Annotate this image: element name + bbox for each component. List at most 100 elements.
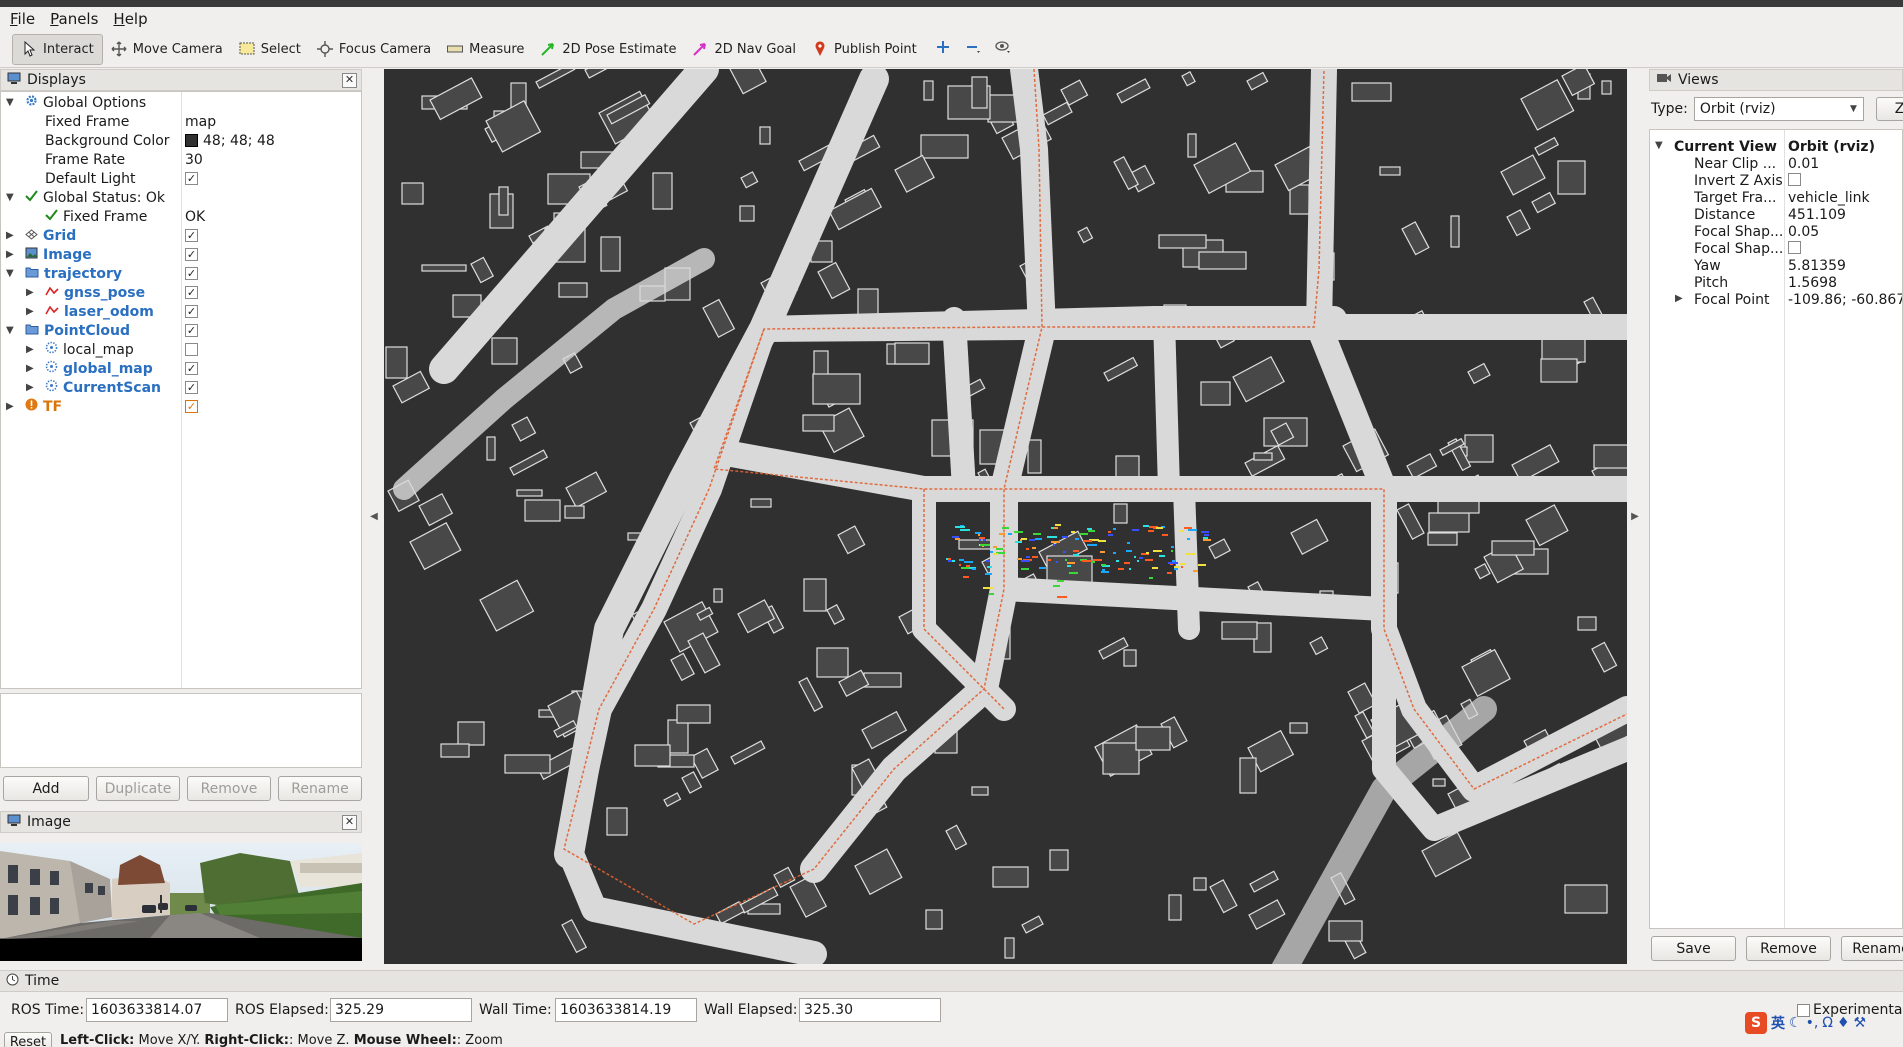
save-view-button[interactable]: Save (1651, 936, 1736, 961)
omega-icon[interactable]: Ω (1822, 1015, 1833, 1031)
expand-arrow-icon[interactable]: ▼ (6, 192, 16, 203)
wall-elapsed-field[interactable]: 325.30 (799, 998, 941, 1022)
tree-row-local-map[interactable]: ▶ local_map (1, 340, 361, 359)
fixed-frame-value[interactable]: map (185, 114, 216, 130)
view-row-focal-shape-size[interactable]: Focal Shap... 0.05 (1650, 224, 1902, 241)
reset-button[interactable]: Reset (4, 1032, 52, 1047)
tree-row-trajectory[interactable]: ▼ trajectory ✓ (1, 264, 361, 283)
gnss-pose-checkbox[interactable]: ✓ (185, 286, 198, 299)
remove-view-button[interactable]: Remove (1746, 936, 1831, 961)
menu-help[interactable]: Help (113, 10, 147, 28)
tree-row-global-options[interactable]: ▼ Global Options (1, 93, 361, 112)
pitch-value[interactable]: 1.5698 (1788, 275, 1902, 291)
pointcloud-checkbox[interactable]: ✓ (185, 324, 198, 337)
view-row-distance[interactable]: Distance 451.109 (1650, 207, 1902, 224)
rename-view-button[interactable]: Rename (1841, 936, 1903, 961)
global-map-checkbox[interactable]: ✓ (185, 362, 198, 375)
default-light-checkbox[interactable]: ✓ (185, 172, 198, 185)
wrench-icon[interactable]: ⚒ (1854, 1015, 1867, 1031)
tree-row-background-color[interactable]: Background Color 48; 48; 48 (1, 131, 361, 150)
right-dock-collapse-arrow[interactable]: ▶ (1629, 506, 1641, 526)
publish-point-tool-button[interactable]: Publish Point (804, 34, 925, 65)
background-color-value[interactable]: 48; 48; 48 (203, 133, 275, 149)
view-row-near-clip[interactable]: Near Clip ... 0.01 (1650, 156, 1902, 173)
add-tool-button[interactable] (931, 34, 955, 65)
close-icon[interactable]: ✕ (342, 73, 357, 88)
view-row-invert-z[interactable]: Invert Z Axis (1650, 173, 1902, 190)
view-row-pitch[interactable]: Pitch 1.5698 (1650, 275, 1902, 292)
left-dock-collapse-arrow[interactable]: ◀ (368, 506, 380, 526)
skin-icon[interactable]: ♦ (1837, 1015, 1850, 1031)
select-tool-button[interactable]: Select (231, 34, 309, 65)
distance-value[interactable]: 451.109 (1788, 207, 1902, 223)
punctuation-icon[interactable]: •, (1806, 1015, 1819, 1031)
zero-button[interactable]: Zero (1875, 97, 1903, 121)
expand-arrow-icon[interactable]: ▼ (1655, 140, 1665, 151)
collapse-arrow-icon[interactable]: ▶ (1675, 293, 1685, 304)
collapse-arrow-icon[interactable]: ▶ (26, 306, 36, 317)
grid-checkbox[interactable]: ✓ (185, 229, 198, 242)
yaw-value[interactable]: 5.81359 (1788, 258, 1902, 274)
view-row-target-frame[interactable]: Target Fra... vehicle_link (1650, 190, 1902, 207)
tree-row-fixed-frame[interactable]: Fixed Frame map (1, 112, 361, 131)
remove-tool-button[interactable] (961, 34, 985, 65)
collapse-arrow-icon[interactable]: ▶ (26, 363, 36, 374)
view-row-yaw[interactable]: Yaw 5.81359 (1650, 258, 1902, 275)
collapse-arrow-icon[interactable]: ▶ (26, 287, 36, 298)
move-camera-tool-button[interactable]: Move Camera (103, 34, 231, 65)
view-menu-button[interactable] (991, 34, 1015, 65)
interact-tool-button[interactable]: Interact (12, 33, 103, 65)
view-type-select[interactable]: Orbit (rviz) (1693, 97, 1864, 121)
view-row-current-view[interactable]: ▼ Current View Orbit (rviz) (1650, 139, 1902, 156)
collapse-arrow-icon[interactable]: ▶ (6, 249, 16, 260)
tree-row-tf[interactable]: ▶ TF ✓ (1, 397, 361, 416)
remove-display-button[interactable]: Remove (187, 776, 271, 801)
tf-checkbox[interactable]: ✓ (185, 400, 198, 413)
menu-file[interactable]: File (10, 10, 35, 28)
focal-point-value[interactable]: -109.86; -60.867;... (1788, 292, 1902, 308)
collapse-arrow-icon[interactable]: ▶ (26, 382, 36, 393)
expand-arrow-icon[interactable]: ▼ (6, 268, 16, 279)
local-map-checkbox[interactable] (185, 343, 198, 356)
tree-row-global-status[interactable]: ▼ Global Status: Ok (1, 188, 361, 207)
add-button[interactable]: Add (3, 776, 89, 801)
duplicate-button[interactable]: Duplicate (96, 776, 180, 801)
tree-row-global-map[interactable]: ▶ global_map ✓ (1, 359, 361, 378)
tree-row-pointcloud[interactable]: ▼ PointCloud ✓ (1, 321, 361, 340)
tree-row-status-fixed-frame[interactable]: Fixed Frame OK (1, 207, 361, 226)
image-checkbox[interactable]: ✓ (185, 248, 198, 261)
current-scan-checkbox[interactable]: ✓ (185, 381, 198, 394)
trajectory-checkbox[interactable]: ✓ (185, 267, 198, 280)
2d-nav-goal-tool-button[interactable]: 2D Nav Goal (684, 34, 804, 65)
tree-row-frame-rate[interactable]: Frame Rate 30 (1, 150, 361, 169)
ros-time-field[interactable]: 1603633814.07 (86, 998, 228, 1022)
expand-arrow-icon[interactable]: ▼ (6, 97, 16, 108)
2d-pose-estimate-tool-button[interactable]: 2D Pose Estimate (532, 34, 684, 65)
close-icon[interactable]: ✕ (342, 815, 357, 830)
focus-camera-tool-button[interactable]: Focus Camera (309, 34, 439, 65)
color-swatch[interactable] (185, 134, 198, 147)
tree-row-gnss-pose[interactable]: ▶ gnss_pose ✓ (1, 283, 361, 302)
laser-odom-checkbox[interactable]: ✓ (185, 305, 198, 318)
expand-arrow-icon[interactable]: ▼ (6, 325, 16, 336)
moon-icon[interactable]: ☾ (1789, 1015, 1802, 1031)
near-clip-value[interactable]: 0.01 (1788, 156, 1902, 172)
collapse-arrow-icon[interactable]: ▶ (26, 344, 36, 355)
frame-rate-value[interactable]: 30 (185, 152, 203, 168)
collapse-arrow-icon[interactable]: ▶ (6, 230, 16, 241)
view-row-focal-shape-fixed[interactable]: Focal Shap... (1650, 241, 1902, 258)
tree-row-current-scan[interactable]: ▶ CurrentScan ✓ (1, 378, 361, 397)
tree-row-grid[interactable]: ▶ Grid ✓ (1, 226, 361, 245)
menu-panels[interactable]: Panels (50, 10, 98, 28)
collapse-arrow-icon[interactable]: ▶ (6, 401, 16, 412)
ros-elapsed-field[interactable]: 325.29 (330, 998, 472, 1022)
measure-tool-button[interactable]: Measure (439, 34, 532, 65)
view-row-focal-point[interactable]: ▶ Focal Point -109.86; -60.867;... (1650, 292, 1902, 309)
tree-row-laser-odom[interactable]: ▶ laser_odom ✓ (1, 302, 361, 321)
target-frame-value[interactable]: vehicle_link (1788, 190, 1902, 206)
tree-row-image[interactable]: ▶ Image ✓ (1, 245, 361, 264)
wall-time-field[interactable]: 1603633814.19 (555, 998, 697, 1022)
3d-render-viewport[interactable] (384, 69, 1627, 964)
tree-row-default-light[interactable]: Default Light ✓ (1, 169, 361, 188)
rename-display-button[interactable]: Rename (278, 776, 362, 801)
